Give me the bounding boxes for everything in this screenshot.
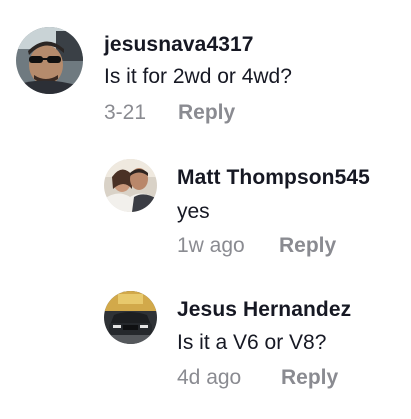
reply-comment-item: Jesus Hernandez Is it a V6 or V8? 4d ago… bbox=[0, 272, 411, 419]
comment-text: Is it for 2wd or 4wd? bbox=[104, 65, 292, 88]
avatar[interactable] bbox=[104, 291, 157, 344]
reply-comment-item: Matt Thompson545 yes 1w ago Reply bbox=[0, 140, 411, 272]
user-photo-icon bbox=[104, 291, 157, 344]
comment-text: Is it a V6 or V8? bbox=[177, 331, 327, 354]
comment-text: yes bbox=[177, 200, 210, 223]
user-photo-icon bbox=[16, 27, 83, 94]
comment-item: jesusnava4317 Is it for 2wd or 4wd? 3-21… bbox=[0, 0, 411, 140]
avatar[interactable] bbox=[104, 159, 157, 212]
avatar[interactable] bbox=[16, 27, 83, 94]
reply-button[interactable]: Reply bbox=[281, 366, 338, 390]
reply-button[interactable]: Reply bbox=[279, 234, 336, 258]
reply-button[interactable]: Reply bbox=[178, 101, 235, 125]
comment-username[interactable]: Matt Thompson545 bbox=[177, 166, 370, 190]
comment-username[interactable]: jesusnava4317 bbox=[104, 33, 254, 57]
comment-date: 4d ago bbox=[177, 366, 242, 389]
comment-date: 1w ago bbox=[177, 234, 245, 257]
comment-date: 3-21 bbox=[104, 101, 147, 124]
user-photo-icon bbox=[104, 159, 157, 212]
comment-username[interactable]: Jesus Hernandez bbox=[177, 298, 351, 322]
